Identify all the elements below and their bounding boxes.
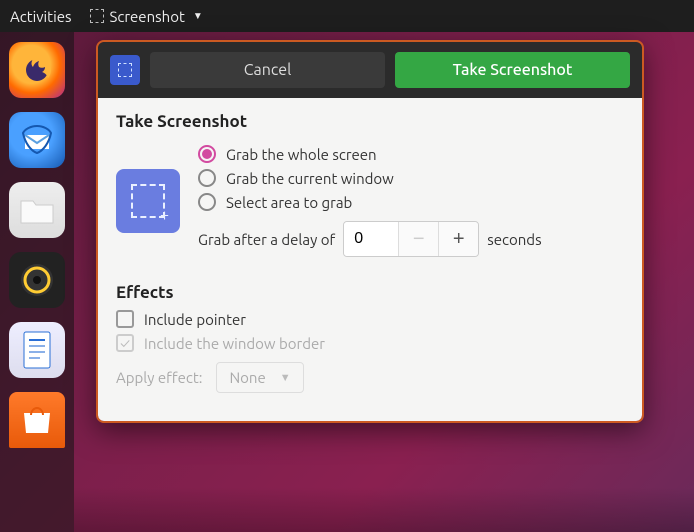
delay-decrement[interactable]: − (398, 222, 438, 256)
check-include-pointer[interactable] (116, 310, 134, 328)
dock-writer[interactable] (9, 322, 65, 378)
speaker-icon (17, 260, 57, 300)
check-include-border (116, 334, 134, 352)
dock-firefox[interactable] (9, 42, 65, 98)
chevron-down-icon: ▼ (193, 10, 203, 22)
thunderbird-icon (20, 123, 54, 157)
label-select-area: Select area to grab (226, 194, 352, 211)
shopping-bag-icon (20, 405, 54, 435)
selection-dashed-icon (118, 63, 132, 77)
section-title-take: Take Screenshot (116, 112, 624, 131)
dock-files[interactable] (9, 182, 65, 238)
dock-thunderbird[interactable] (9, 112, 65, 168)
apply-effect-label: Apply effect: (116, 369, 202, 386)
radio-whole-screen[interactable] (198, 145, 216, 163)
delay-suffix-label: seconds (487, 231, 541, 248)
screenshot-dialog: Cancel Take Screenshot Take Screenshot G… (96, 40, 644, 423)
label-include-pointer: Include pointer (144, 311, 246, 328)
screenshot-app-icon (90, 9, 104, 23)
chevron-down-icon: ▼ (280, 372, 291, 384)
app-menu[interactable]: Screenshot ▼ (90, 8, 203, 25)
activities-button[interactable]: Activities (10, 8, 72, 25)
apply-effect-value: None (229, 369, 265, 386)
dock-software[interactable] (9, 392, 65, 448)
radio-current-window[interactable] (198, 169, 216, 187)
delay-prefix-label: Grab after a delay of (198, 231, 335, 248)
cancel-button[interactable]: Cancel (150, 52, 385, 88)
delay-input[interactable] (344, 222, 398, 256)
take-screenshot-button[interactable]: Take Screenshot (395, 52, 630, 88)
desktop-gradient (74, 487, 694, 532)
selection-tool-button[interactable] (110, 55, 140, 85)
app-name-label: Screenshot (110, 8, 185, 25)
dock-rhythmbox[interactable] (9, 252, 65, 308)
folder-icon (19, 195, 55, 225)
label-include-border: Include the window border (144, 335, 325, 352)
launcher-dock (0, 32, 74, 532)
label-whole-screen: Grab the whole screen (226, 146, 377, 163)
apply-effect-select: None ▼ (216, 362, 303, 393)
label-current-window: Grab the current window (226, 170, 394, 187)
selection-plus-icon (131, 184, 165, 218)
document-icon (20, 330, 54, 370)
radio-select-area[interactable] (198, 193, 216, 211)
delay-spinbutton: − + (343, 221, 479, 257)
firefox-icon (19, 52, 55, 88)
section-title-effects: Effects (116, 283, 624, 302)
screenshot-illustration (116, 169, 180, 233)
delay-increment[interactable]: + (438, 222, 478, 256)
